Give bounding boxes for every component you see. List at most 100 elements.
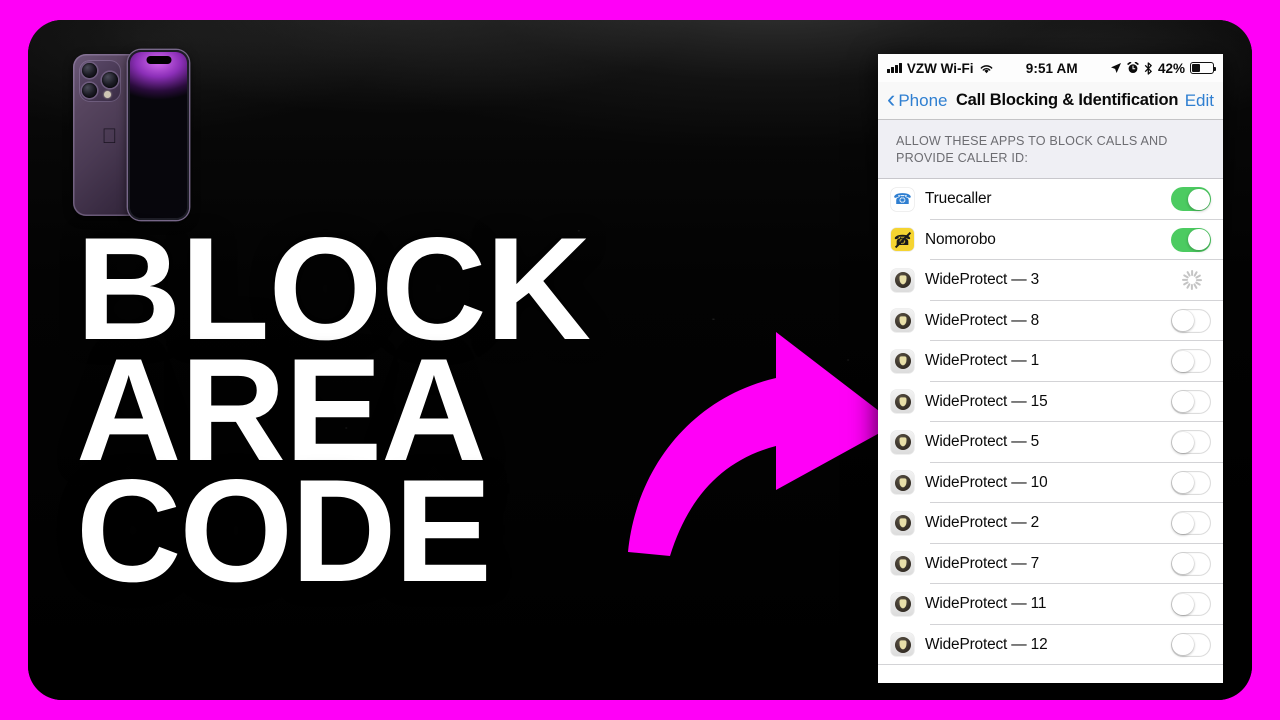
alarm-clock-icon	[1127, 62, 1139, 73]
row-control	[1171, 592, 1211, 617]
app-list-row[interactable]: WideProtect — 12	[878, 624, 1223, 665]
toggle-knob	[1188, 229, 1210, 251]
iphone-wallpaper	[130, 52, 187, 218]
thumbnail-inner-panel:  BLOCK AREA CODE VZW Wi-Fi	[28, 20, 1252, 700]
app-list-row[interactable]: WideProtect — 8	[878, 300, 1223, 341]
back-to-phone-button[interactable]: ‹ Phone	[887, 84, 948, 113]
wideprotect-icon	[891, 552, 914, 576]
app-list: ☎ Truecaller ☎ Nomorobo WideProtect — 3 WideP…	[878, 179, 1223, 665]
app-name-label: WideProtect — 2	[925, 514, 1040, 532]
row-control	[1171, 349, 1211, 374]
iphone-front-view	[128, 50, 189, 220]
camera-flash-icon	[104, 91, 111, 98]
nomorobo-icon: ☎	[891, 228, 914, 252]
chevron-left-icon: ‹	[887, 84, 896, 113]
battery-icon	[1190, 62, 1217, 74]
app-toggle-switch[interactable]	[1171, 592, 1211, 617]
carrier-label: VZW Wi-Fi	[906, 60, 974, 76]
ios-nav-bar: ‹ Phone Call Blocking & Identification E…	[878, 82, 1223, 120]
app-list-row[interactable]: WideProtect — 3	[878, 260, 1223, 301]
location-arrow-icon	[1110, 63, 1121, 73]
battery-percent-label: 42%	[1157, 60, 1185, 76]
app-list-row[interactable]: ☎ Nomorobo	[878, 219, 1223, 260]
app-toggle-switch[interactable]	[1171, 430, 1211, 455]
wideprotect-icon	[891, 430, 914, 454]
app-name-label: WideProtect — 12	[925, 635, 1048, 653]
ios-status-bar: VZW Wi-Fi 9:51 AM 42%	[878, 54, 1223, 82]
app-list-row[interactable]: WideProtect — 10	[878, 462, 1223, 503]
app-name-label: WideProtect — 7	[925, 554, 1040, 572]
wideprotect-icon	[891, 309, 914, 333]
row-control	[1182, 270, 1211, 291]
toggle-knob	[1172, 391, 1194, 413]
app-list-row[interactable]: WideProtect — 5	[878, 422, 1223, 463]
app-list-row[interactable]: WideProtect — 2	[878, 503, 1223, 544]
app-list-row[interactable]: ☎ Truecaller	[878, 179, 1223, 220]
status-bar-time: 9:51 AM	[1025, 60, 1078, 76]
camera-lens-icon	[102, 72, 118, 88]
bluetooth-icon	[1144, 61, 1152, 75]
app-toggle-switch[interactable]	[1171, 389, 1211, 414]
app-name-label: Truecaller	[925, 190, 992, 208]
loading-spinner-icon	[1182, 270, 1202, 291]
section-header-label: ALLOW THESE APPS TO BLOCK CALLS AND PROV…	[878, 120, 1223, 179]
app-name-label: WideProtect — 8	[925, 311, 1040, 329]
ios-settings-screenshot: VZW Wi-Fi 9:51 AM 42% ‹ Phone Call Block…	[878, 54, 1223, 683]
app-toggle-switch[interactable]	[1171, 511, 1211, 536]
app-toggle-switch[interactable]	[1171, 470, 1211, 495]
app-name-label: WideProtect — 1	[925, 352, 1040, 370]
app-list-row[interactable]: WideProtect — 15	[878, 381, 1223, 422]
page-title: Call Blocking & Identification	[955, 91, 1179, 109]
app-name-label: WideProtect — 10	[925, 473, 1048, 491]
iphone-product-render: 	[73, 50, 189, 220]
wideprotect-icon	[891, 471, 914, 495]
row-control	[1171, 632, 1211, 657]
back-label: Phone	[898, 90, 948, 110]
headline-line-3: CODE	[76, 449, 492, 613]
status-bar-left: VZW Wi-Fi	[887, 61, 994, 76]
app-list-row[interactable]: WideProtect — 7	[878, 543, 1223, 584]
dynamic-island	[146, 56, 171, 64]
toggle-knob	[1172, 553, 1194, 575]
wifi-icon	[980, 64, 992, 73]
toggle-knob	[1172, 472, 1194, 494]
toggle-knob	[1172, 431, 1194, 453]
row-control	[1171, 227, 1211, 252]
wideprotect-icon	[891, 592, 914, 616]
app-toggle-switch[interactable]	[1171, 632, 1211, 657]
app-list-row[interactable]: WideProtect — 11	[878, 584, 1223, 625]
signal-bars-icon	[887, 63, 902, 73]
app-toggle-switch[interactable]	[1171, 349, 1211, 374]
wideprotect-icon	[891, 511, 914, 535]
app-list-row[interactable]: WideProtect — 1	[878, 341, 1223, 382]
toggle-knob	[1172, 593, 1194, 615]
app-name-label: WideProtect — 15	[925, 392, 1048, 410]
toggle-knob	[1172, 634, 1194, 656]
app-name-label: Nomorobo	[925, 230, 996, 248]
app-toggle-switch[interactable]	[1171, 551, 1211, 576]
app-toggle-switch[interactable]	[1171, 187, 1211, 212]
row-control	[1171, 511, 1211, 536]
toggle-knob	[1188, 188, 1210, 210]
camera-module-icon	[79, 60, 121, 102]
app-toggle-switch[interactable]	[1171, 308, 1211, 333]
youtube-thumbnail:  BLOCK AREA CODE VZW Wi-Fi	[0, 0, 1280, 720]
wideprotect-icon	[891, 349, 914, 373]
toggle-knob	[1172, 350, 1194, 372]
camera-lens-icon	[82, 83, 97, 98]
curved-arrow-icon	[628, 332, 896, 556]
status-bar-right: 42%	[1110, 60, 1217, 76]
row-control	[1171, 389, 1211, 414]
truecaller-icon: ☎	[891, 187, 914, 211]
wideprotect-icon	[891, 268, 914, 292]
app-toggle-switch[interactable]	[1171, 227, 1211, 252]
row-control	[1171, 308, 1211, 333]
toggle-knob	[1172, 512, 1194, 534]
apple-logo-icon: 	[100, 126, 119, 148]
headline-text: BLOCK AREA CODE	[76, 215, 696, 613]
row-control	[1171, 430, 1211, 455]
edit-button[interactable]: Edit	[1185, 91, 1214, 111]
toggle-knob	[1172, 310, 1194, 332]
row-control	[1171, 187, 1211, 212]
row-control	[1171, 470, 1211, 495]
